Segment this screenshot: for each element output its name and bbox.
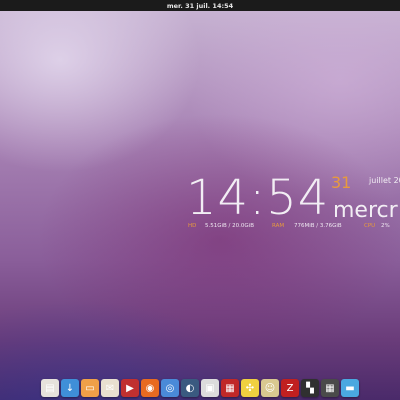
folder-icon[interactable]: ▭ xyxy=(81,379,99,397)
pinwheel-icon[interactable]: ✣ xyxy=(241,379,259,397)
hd-value: 5.51GiB / 20.0GiB xyxy=(205,223,254,229)
photo-viewer-icon[interactable]: ▣ xyxy=(201,379,219,397)
clock-weekday: mercr xyxy=(333,198,398,223)
cpu-value: 2% xyxy=(381,223,390,229)
top-panel: mer. 31 juil. 14:54 xyxy=(0,0,400,11)
ram-label: RAM xyxy=(272,223,285,229)
apps-grid-icon[interactable]: ▦ xyxy=(321,379,339,397)
gimp-icon[interactable]: ☺ xyxy=(261,379,279,397)
dock: ▤ ↓ ▭ ✉ ▶ ◉ ◎ ◐ ▣ ▦ ✣ ☺ Z ▚ ▦ ▬ xyxy=(0,376,400,400)
steam-icon[interactable]: ◐ xyxy=(181,379,199,397)
desktop-clock-widget: 14:54 31 juillet 201 mercr HD 5.51GiB / … xyxy=(186,172,400,242)
firefox-icon[interactable]: ◉ xyxy=(141,379,159,397)
desktop-icon[interactable]: ▬ xyxy=(341,379,359,397)
clock-time: 14:54 xyxy=(186,172,330,226)
ram-value: 776MiB / 3.76GiB xyxy=(294,223,342,229)
grid-app-icon[interactable]: ▚ xyxy=(301,379,319,397)
filezilla-icon[interactable]: Z xyxy=(281,379,299,397)
hd-label: HD xyxy=(188,223,197,229)
download-icon[interactable]: ↓ xyxy=(61,379,79,397)
monitor-icon[interactable]: ▦ xyxy=(221,379,239,397)
files-icon[interactable]: ▤ xyxy=(41,379,59,397)
chromium-icon[interactable]: ◎ xyxy=(161,379,179,397)
clock-month: juillet 201 xyxy=(369,176,400,185)
cpu-label: CPU xyxy=(364,223,376,229)
media-player-icon[interactable]: ▶ xyxy=(121,379,139,397)
clock-day-number: 31 xyxy=(331,173,352,192)
panel-clock[interactable]: mer. 31 juil. 14:54 xyxy=(167,2,233,10)
mail-icon[interactable]: ✉ xyxy=(101,379,119,397)
